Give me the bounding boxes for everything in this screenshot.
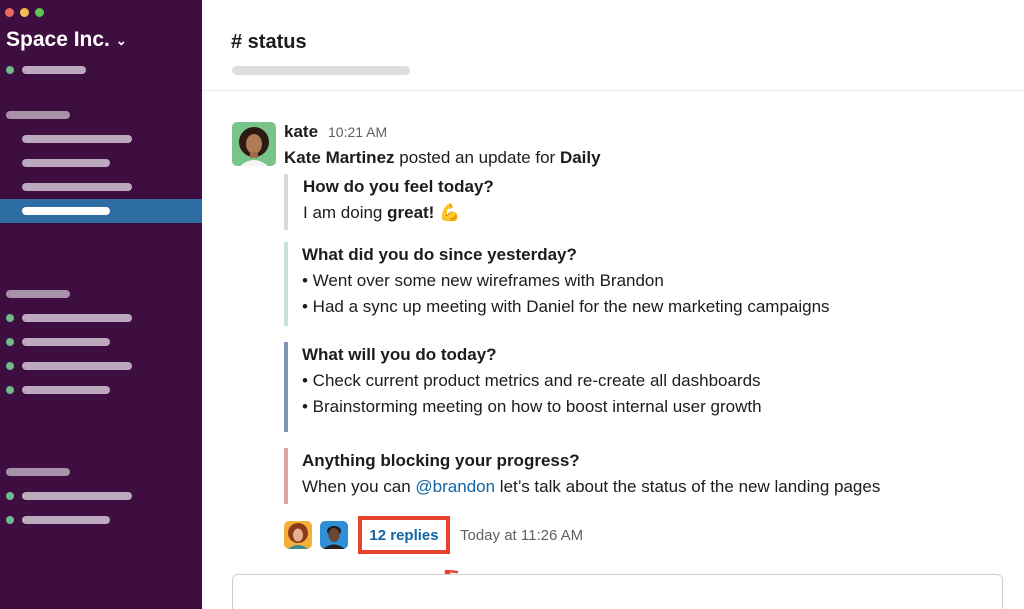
message-composer[interactable] [232,574,1003,609]
sidebar-item[interactable] [22,66,86,74]
sidebar-section-header[interactable] [6,290,70,298]
maximize-window-button[interactable] [35,8,44,17]
answer-text: let’s talk about the status of the new l… [495,477,881,496]
sidebar-item[interactable] [22,183,132,191]
presence-icon [6,386,14,394]
block-question: What will you do today? [302,345,497,364]
channel-topic-placeholder [232,66,410,75]
status-block: How do you feel today? I am doing great!… [284,174,494,230]
presence-icon [6,492,14,500]
status-block: What did you do since yesterday? • Went … [284,242,830,326]
channel-header: # status [202,0,1024,91]
sidebar-item[interactable] [22,338,110,346]
sidebar-item[interactable] [22,492,132,500]
presence-icon [6,516,14,524]
user-mention-link[interactable]: @brandon [415,477,495,496]
presence-icon [6,362,14,370]
standup-name: Daily [559,148,601,167]
sidebar-section-header[interactable] [6,111,70,119]
chevron-down-icon: ⌄ [115,33,127,48]
block-question: How do you feel today? [303,177,494,196]
avatar[interactable] [320,521,348,549]
block-question: Anything blocking your progress? [302,451,580,470]
list-item: • Brainstorming meeting on how to boost … [302,397,762,416]
status-block: Anything blocking your progress? When yo… [284,448,880,504]
last-reply-time: Today at 11:26 AM [460,526,584,544]
status-block: What will you do today? • Check current … [284,342,762,432]
sidebar-item[interactable] [22,314,132,322]
replies-highlight: 12 replies [358,516,450,554]
workspace-switcher[interactable]: Space Inc. ⌄ [6,28,127,52]
answer-text: I am doing [303,203,388,222]
presence-icon [6,66,14,74]
sidebar-item-selected[interactable] [0,199,202,223]
sidebar-item[interactable] [22,362,132,370]
close-window-button[interactable] [5,8,14,17]
avatar[interactable] [232,122,276,166]
block-question: What did you do since yesterday? [302,245,577,264]
block-answer: When you can @brandon let’s talk about t… [302,474,880,500]
avatar[interactable] [284,521,312,549]
thread-replies-link[interactable]: 12 replies [369,527,438,544]
list-item: • Went over some new wireframes with Bra… [302,271,664,290]
window-controls [5,8,44,17]
thread-summary: 12 replies Today at 11:26 AM [284,516,583,554]
block-answer: I am doing great! 💪 [303,200,494,226]
muscle-emoji-icon: 💪 [439,203,461,222]
list-item: • Check current product metrics and re-c… [302,371,761,390]
presence-icon [6,314,14,322]
list-item: • Had a sync up meeting with Daniel for … [302,297,830,316]
sidebar-item-label [22,207,110,215]
message-summary: Kate Martinez posted an update for Daily [284,148,601,168]
minimize-window-button[interactable] [20,8,29,17]
poster-name: Kate Martinez [284,148,395,167]
sidebar-item[interactable] [22,159,110,167]
sidebar-item[interactable] [22,135,132,143]
message-time[interactable]: 10:21 AM [328,124,387,140]
presence-icon [6,338,14,346]
sidebar-section-header[interactable] [6,468,70,476]
message-author[interactable]: kate [284,122,318,142]
answer-emphasis: great! [387,203,435,222]
sidebar-item[interactable] [22,386,110,394]
answer-text: When you can [302,477,416,496]
sidebar: Space Inc. ⌄ [0,0,202,609]
posted-text: posted an update for [394,148,560,167]
channel-view: # status kate 10:21 AM Kate Martinez pos… [202,0,1024,609]
workspace-name: Space Inc. [6,28,110,51]
sidebar-item[interactable] [22,516,110,524]
channel-title[interactable]: # status [231,31,307,54]
